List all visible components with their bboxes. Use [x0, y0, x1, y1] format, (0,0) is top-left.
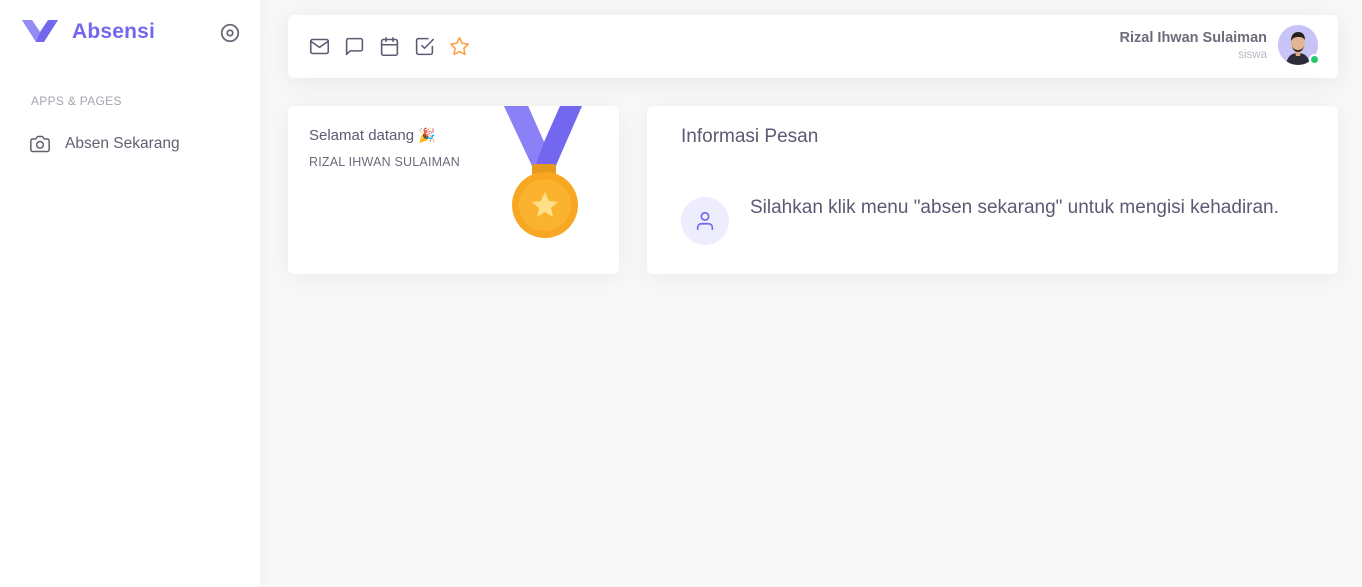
medal-icon	[504, 106, 582, 238]
camera-icon	[30, 135, 50, 153]
avatar[interactable]	[1278, 25, 1320, 65]
sidebar-item-label: Absen Sekarang	[65, 135, 180, 152]
brand-name: Absensi	[72, 20, 156, 43]
welcome-title: Selamat datang 🎉	[309, 127, 436, 144]
brand[interactable]: Absensi	[22, 18, 155, 46]
app: Absensi APPS & PAGES Absen Sekarang Riza…	[0, 0, 1362, 587]
top-navbar: Rizal Ihwan Sulaiman siswa	[288, 15, 1338, 78]
mail-icon[interactable]	[309, 36, 330, 57]
user-info: Rizal Ihwan Sulaiman siswa	[1120, 30, 1267, 61]
sidebar-item-absen-sekarang[interactable]: Absen Sekarang	[18, 127, 244, 161]
welcome-user-name: RIZAL IHWAN SULAIMAN	[309, 155, 461, 169]
brand-logo-icon	[22, 20, 58, 42]
user-name: Rizal Ihwan Sulaiman	[1119, 29, 1267, 46]
info-card: Informasi Pesan Silahkan klik menu "abse…	[647, 106, 1338, 274]
sidebar-section-title: APPS & PAGES	[31, 94, 122, 108]
star-icon[interactable]	[449, 36, 470, 57]
calendar-icon[interactable]	[379, 36, 400, 57]
user-dropdown[interactable]: Rizal Ihwan Sulaiman siswa	[1120, 25, 1320, 65]
info-card-title: Informasi Pesan	[681, 126, 819, 147]
chat-icon[interactable]	[344, 36, 365, 57]
info-avatar	[681, 197, 729, 245]
info-message: Silahkan klik menu "absen sekarang" untu…	[750, 197, 1279, 218]
welcome-card: Selamat datang 🎉 RIZAL IHWAN SULAIMAN	[288, 106, 619, 274]
user-icon	[696, 211, 714, 231]
online-status-badge	[1309, 54, 1320, 65]
sidebar: Absensi APPS & PAGES Absen Sekarang	[0, 0, 260, 587]
navbar-shortcuts	[309, 36, 484, 57]
check-square-icon[interactable]	[414, 36, 435, 57]
party-popper-icon: 🎉	[418, 127, 436, 143]
user-role: siswa	[1238, 48, 1267, 61]
sidebar-toggle-icon[interactable]	[219, 22, 241, 44]
welcome-title-text: Selamat datang	[309, 127, 415, 144]
